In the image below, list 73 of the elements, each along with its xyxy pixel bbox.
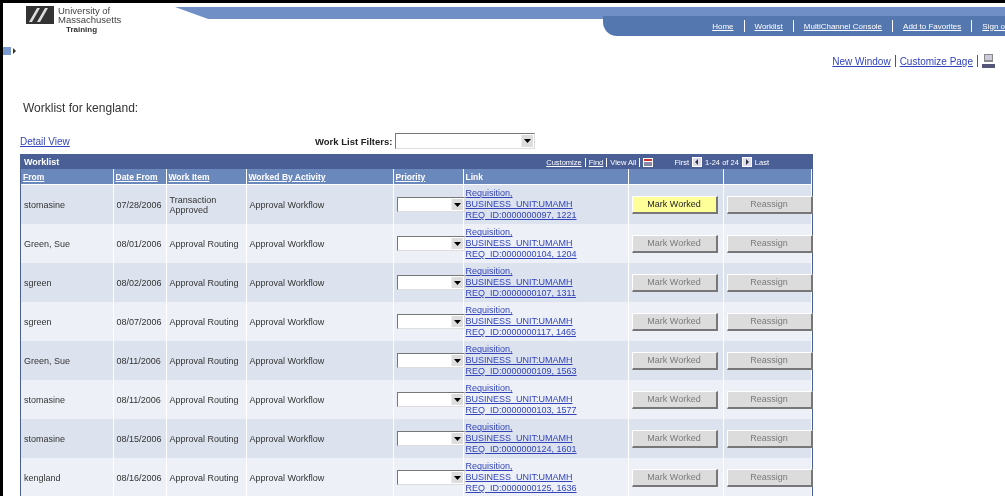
- caret-icon: [453, 280, 461, 285]
- filter-label: Work List Filters:: [315, 135, 393, 147]
- table-cell: Approval Routing: [169, 433, 239, 444]
- next-icon[interactable]: [741, 157, 752, 167]
- table-cell: sgreen: [24, 277, 52, 288]
- table-cell: Approval Routing: [169, 238, 239, 249]
- mark-worked-button[interactable]: Mark Worked: [631, 195, 718, 214]
- caret-icon: [453, 358, 461, 363]
- logo-subtitle: Training: [66, 25, 99, 34]
- column-header[interactable]: From: [23, 171, 45, 182]
- column-header: Link: [465, 171, 483, 182]
- table-cell: stomasine: [24, 433, 66, 444]
- table-cell: kengland: [24, 472, 61, 483]
- table-cell: Approval Routing: [169, 355, 239, 366]
- table-cell: stomasine: [24, 394, 66, 405]
- table-cell: Approval Workflow: [249, 355, 325, 366]
- table-cell: 08/15/2006: [116, 433, 162, 444]
- table-cell: Green, Sue: [24, 355, 71, 366]
- table-cell: 08/02/2006: [116, 277, 162, 288]
- table-cell: Approval Workflow: [249, 394, 325, 405]
- table-cell: Approval Routing: [169, 277, 239, 288]
- help-icon[interactable]: [982, 54, 995, 68]
- priority-dropdown[interactable]: [396, 431, 465, 446]
- detail-view-link[interactable]: Detail View: [20, 135, 315, 147]
- table-cell: Approval Workflow: [249, 472, 325, 483]
- caret-icon: [453, 202, 461, 207]
- table-cell: Approval Workflow: [249, 238, 325, 249]
- priority-dropdown[interactable]: [396, 275, 465, 290]
- table-cell: 08/11/2006: [116, 355, 161, 366]
- table-cell: 08/11/2006: [116, 394, 161, 405]
- table-cell: Approval Routing: [169, 394, 239, 405]
- nav-link[interactable]: Sign o: [982, 21, 1005, 31]
- priority-dropdown[interactable]: [396, 353, 465, 368]
- table-cell: 07/28/2006: [116, 199, 162, 210]
- table-cell: Approval Workflow: [249, 277, 325, 288]
- table-cell: Approval Routing: [169, 316, 239, 327]
- page-link[interactable]: Customize Page: [899, 55, 973, 67]
- table-cell: Approval Routing: [169, 472, 239, 483]
- nav-link[interactable]: Worklist: [754, 21, 783, 31]
- table-cell: Green, Sue: [24, 238, 71, 249]
- filter-dropdown[interactable]: [395, 133, 536, 149]
- page-link[interactable]: New Window: [832, 55, 891, 67]
- table-cell: sgreen: [24, 316, 52, 327]
- logo-text: Massachusetts: [58, 15, 122, 24]
- priority-dropdown[interactable]: [396, 314, 465, 329]
- page-title: Worklist for kengland:: [23, 101, 140, 115]
- table-cell: stomasine: [24, 199, 66, 210]
- table-cell: Approval Workflow: [249, 199, 325, 210]
- nav-link[interactable]: MultiChannel Console: [803, 21, 883, 31]
- caret-icon: [453, 319, 461, 324]
- priority-dropdown[interactable]: [396, 470, 465, 485]
- table-cell: Transaction Approved: [169, 194, 217, 215]
- priority-dropdown[interactable]: [396, 392, 465, 407]
- caret-icon: [453, 436, 461, 441]
- logo-icon: [26, 6, 54, 24]
- table-cell: 08/16/2006: [116, 472, 162, 483]
- expand-icon[interactable]: [3, 47, 17, 55]
- previous-icon[interactable]: [692, 157, 703, 167]
- nav-link[interactable]: Home: [712, 21, 734, 31]
- caret-icon: [453, 241, 461, 246]
- nav-link[interactable]: Add to Favorites: [903, 21, 962, 31]
- table-cell: Approval Workflow: [249, 433, 325, 444]
- spreadsheet-icon[interactable]: [643, 157, 654, 167]
- grid-title: Worklist: [24, 157, 60, 167]
- logo-text: University of: [58, 6, 112, 15]
- priority-dropdown[interactable]: [396, 236, 465, 251]
- table-cell: Approval Workflow: [249, 316, 325, 327]
- priority-dropdown[interactable]: [396, 197, 465, 212]
- table-cell: 08/07/2006: [116, 316, 162, 327]
- caret-icon: [453, 397, 461, 402]
- caret-icon: [453, 475, 461, 480]
- caret-icon: [524, 139, 532, 143]
- table-cell: 08/01/2006: [116, 238, 162, 249]
